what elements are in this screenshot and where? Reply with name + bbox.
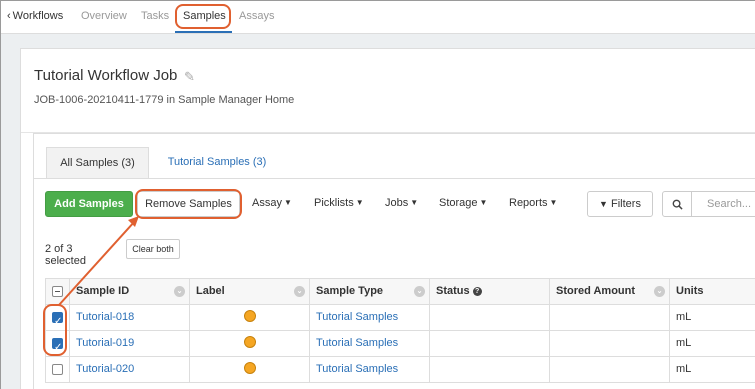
label-color-dot [244,310,256,322]
stored-amount-cell [549,331,669,356]
column-header-stored-amount[interactable]: Stored Amount ⌄ [549,279,669,304]
select-all-cell [45,279,69,304]
label-color-dot [244,362,256,374]
column-header-sample-id[interactable]: Sample ID ⌄ [69,279,189,304]
sample-type-link[interactable]: Tutorial Samples [309,357,429,382]
caret-down-icon: ▼ [410,198,419,207]
select-all-checkbox[interactable] [52,286,63,297]
caret-down-icon: ▼ [479,198,488,207]
highlight-ring-checkboxes [43,304,67,356]
clear-both-button[interactable]: Clear both [126,239,180,259]
job-subtitle: JOB-1006-20210411-1779 in Sample Manager… [34,94,295,106]
sample-id-link[interactable]: Tutorial-020 [69,357,189,382]
status-cell [429,331,549,356]
reports-menu[interactable]: Reports ▼ [509,197,557,209]
assay-menu-label: Assay [252,197,282,209]
search-button[interactable] [662,191,692,217]
table-row: Tutorial-018 Tutorial Samples mL [45,305,755,334]
filters-button[interactable]: ▼ Filters [587,191,653,217]
caret-down-icon: ▼ [283,198,292,207]
search-icon [672,199,683,210]
edit-pencil-icon[interactable]: ✎ [184,69,195,85]
label-cell [189,357,309,382]
column-header-label[interactable]: Label ⌄ [189,279,309,304]
page-title: Tutorial Workflow Job [34,67,178,84]
tab-assays[interactable]: Assays [239,10,274,22]
picklists-menu-label: Picklists [314,197,354,209]
column-header-status[interactable]: Status ? [429,279,549,304]
label-cell [189,331,309,356]
storage-menu[interactable]: Storage ▼ [439,197,487,209]
sample-type-link[interactable]: Tutorial Samples [309,331,429,356]
units-cell: mL [669,331,755,356]
sample-id-link[interactable]: Tutorial-018 [69,305,189,330]
jobs-menu-label: Jobs [385,197,409,209]
chevron-down-icon[interactable]: ⌄ [414,286,425,297]
tab-tutorial-samples[interactable]: Tutorial Samples (3) [162,147,272,178]
stored-amount-cell [549,357,669,382]
sample-id-link[interactable]: Tutorial-019 [69,331,189,356]
column-header-units[interactable]: Units [669,279,755,304]
row-checkbox[interactable] [52,364,63,375]
storage-menu-label: Storage [439,197,478,209]
top-nav: ‹ Workflows Overview Tasks Samples Assays [1,1,755,34]
header-label: Units [676,285,704,297]
back-to-workflows-link[interactable]: ‹ Workflows [7,10,63,22]
label-color-dot [244,336,256,348]
jobs-menu[interactable]: Jobs ▼ [385,197,418,209]
caret-down-icon: ▼ [549,198,558,207]
status-cell [429,357,549,382]
tab-overview[interactable]: Overview [81,10,127,22]
table-header-row: Sample ID ⌄ Label ⌄ Sample Type ⌄ Status ? … [45,279,755,305]
highlight-ring-samples-tab [175,4,231,29]
active-tab-underline [175,31,232,33]
tab-all-samples[interactable]: All Samples (3) [46,147,149,178]
filter-icon: ▼ [599,199,608,209]
tab-divider [34,178,755,179]
header-label: Status [436,285,470,297]
picklists-menu[interactable]: Picklists ▼ [314,197,364,209]
selection-status: 2 of 3 selected [45,243,86,267]
chevron-down-icon[interactable]: ⌄ [654,286,665,297]
tab-tasks[interactable]: Tasks [141,10,169,22]
filters-label: Filters [611,198,641,210]
row-select-cell [45,357,69,382]
caret-down-icon: ▼ [355,198,364,207]
column-header-sample-type[interactable]: Sample Type ⌄ [309,279,429,304]
reports-menu-label: Reports [509,197,548,209]
header-label: Sample ID [76,285,130,297]
units-cell: mL [669,357,755,382]
header-label: Stored Amount [556,285,636,297]
header-label: Label [196,285,225,297]
sample-type-link[interactable]: Tutorial Samples [309,305,429,330]
table-row: Tutorial-020 Tutorial Samples mL [45,357,755,383]
highlight-ring-remove-button [135,189,242,219]
help-icon[interactable]: ? [472,287,482,296]
chevron-down-icon[interactable]: ⌄ [174,286,185,297]
chevron-down-icon[interactable]: ⌄ [294,286,305,297]
chevron-left-icon: ‹ [7,10,11,22]
units-cell: mL [669,305,755,330]
status-cell [429,305,549,330]
back-label: Workflows [12,10,64,22]
header-label: Sample Type [316,285,384,297]
table-row: Tutorial-019 Tutorial Samples mL [45,331,755,360]
label-cell [189,305,309,330]
search-input[interactable]: Search... [692,191,755,217]
stored-amount-cell [549,305,669,330]
assay-menu[interactable]: Assay ▼ [252,197,292,209]
add-samples-button[interactable]: Add Samples [45,191,133,217]
samples-table: Sample ID ⌄ Label ⌄ Sample Type ⌄ Status ? … [45,278,755,383]
